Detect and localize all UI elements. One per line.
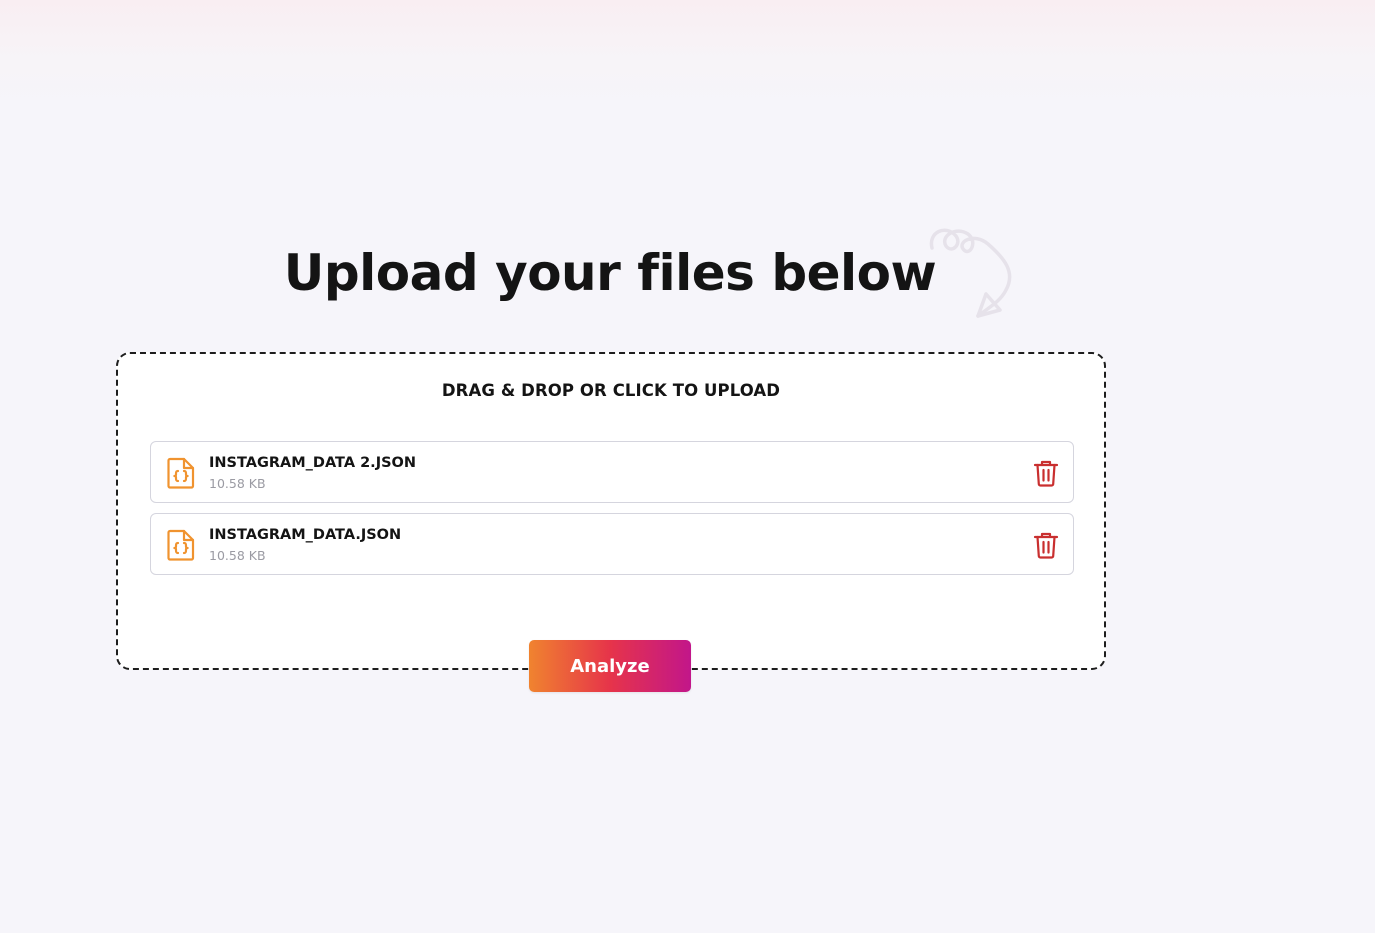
file-item: INSTAGRAM_DATA.JSON 10.58 KB <box>150 513 1074 575</box>
file-item: INSTAGRAM_DATA 2.JSON 10.58 KB <box>150 441 1074 503</box>
json-file-icon <box>167 457 195 489</box>
analyze-button[interactable]: Analyze <box>529 640 691 692</box>
file-name: INSTAGRAM_DATA.JSON <box>209 527 402 543</box>
dropzone-label: DRAG & DROP OR CLICK TO UPLOAD <box>441 381 781 400</box>
json-file-icon <box>167 529 195 561</box>
upload-dropzone[interactable]: DRAG & DROP OR CLICK TO UPLOAD INSTAGRAM… <box>116 352 1106 670</box>
page-title: Upload your files below <box>283 244 937 302</box>
file-size: 10.58 KB <box>209 548 266 563</box>
trash-icon <box>1033 460 1059 487</box>
file-size: 10.58 KB <box>209 476 266 491</box>
trash-icon <box>1033 532 1059 559</box>
file-name: INSTAGRAM_DATA 2.JSON <box>209 455 416 471</box>
delete-file-button[interactable] <box>1031 530 1061 560</box>
delete-file-button[interactable] <box>1031 458 1061 488</box>
curly-arrow-doodle-icon <box>929 228 1012 318</box>
